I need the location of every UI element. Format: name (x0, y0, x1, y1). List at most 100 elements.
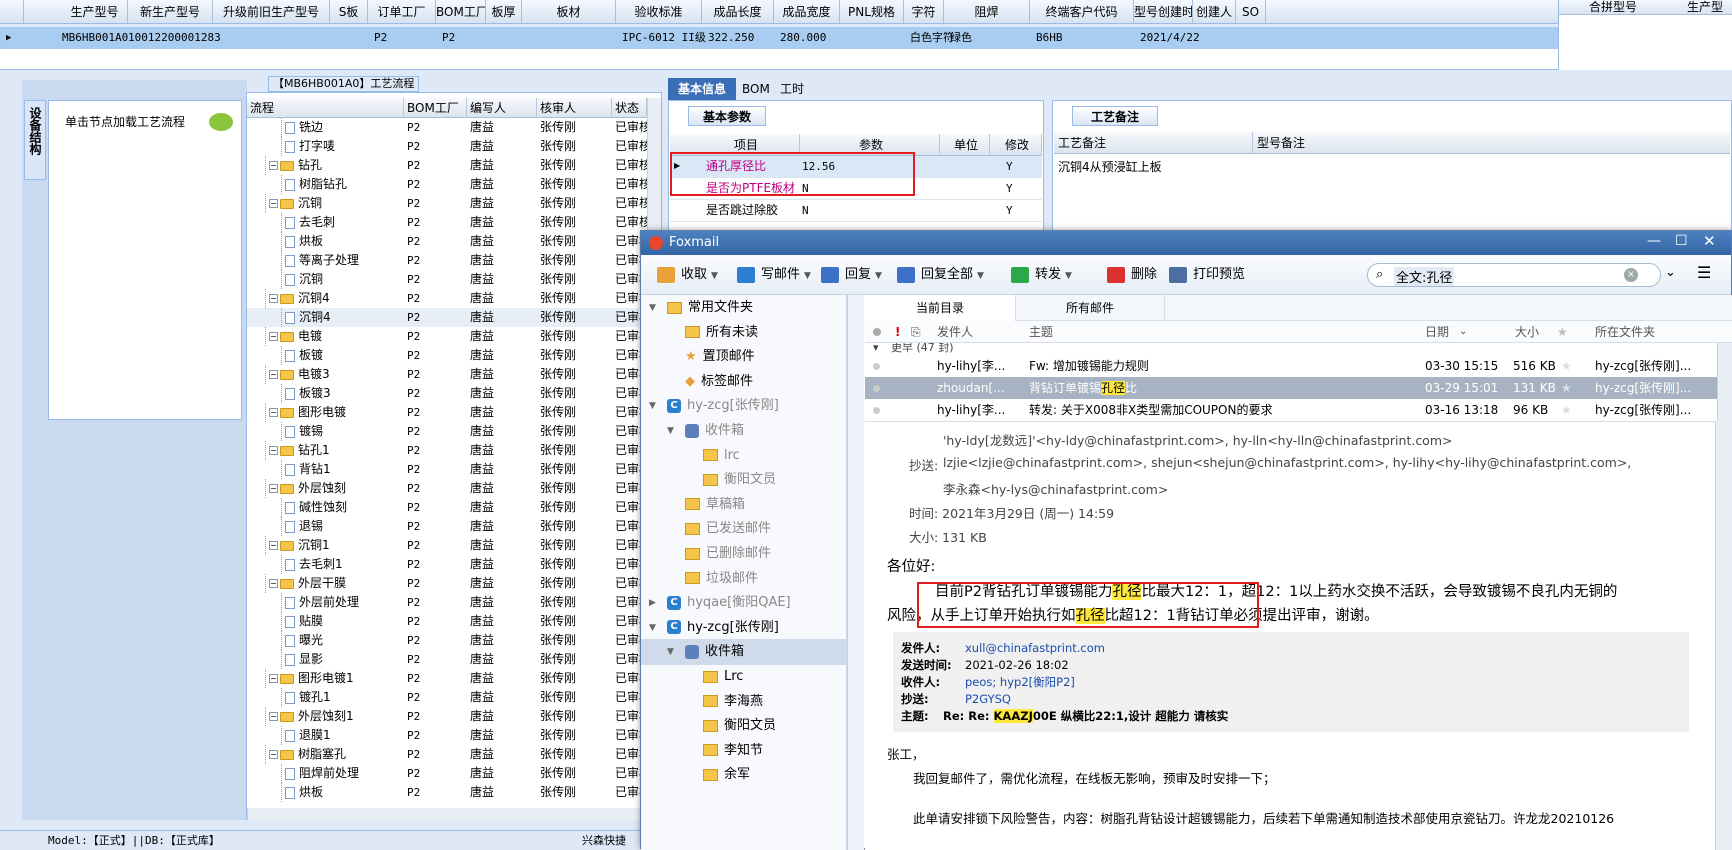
grid-col-header[interactable]: BOM工厂 (436, 0, 486, 24)
expand-toggle-icon[interactable]: − (269, 712, 278, 721)
grid-cell[interactable]: 10012200001283 (128, 27, 221, 49)
maximize-icon[interactable]: ☐ (1675, 233, 1688, 249)
flow-tree-row[interactable]: −树脂塞孔P2唐益张传刚已审核 (247, 745, 647, 764)
flow-tree-row[interactable]: 板镀3P2唐益张传刚已审核 (247, 384, 647, 403)
flow-node[interactable]: − 树脂塞孔 (247, 745, 404, 764)
flow-tree-row[interactable]: 铣边 P2 唐益 张传刚 已审核 (247, 118, 647, 137)
flow-node[interactable]: 显影 (247, 650, 404, 669)
flow-tree-row[interactable]: 镀孔1P2唐益张传刚已审核 (247, 688, 647, 707)
folder-item[interactable]: ▼ 常用文件夹 (641, 295, 847, 321)
basic-tab[interactable]: 工时 (770, 78, 814, 100)
flow-tree-row[interactable]: − 沉铜 P2 唐益 张传刚 已审核 (247, 194, 647, 213)
folder-expand-icon[interactable]: ▼ (667, 639, 674, 665)
folder-item[interactable]: 余军 (641, 762, 847, 788)
flow-tree-row[interactable]: 等离子处理P2唐益张传刚已审核 (247, 251, 647, 270)
grid-col-header[interactable]: 新生产型号 (128, 0, 213, 24)
flow-node[interactable]: 沉铜 (247, 270, 404, 289)
flow-node[interactable]: 铣边 (247, 118, 404, 137)
grid-cell[interactable]: 2021/4/22 (1140, 27, 1200, 49)
flow-node[interactable]: 等离子处理 (247, 251, 404, 270)
grid-col-header[interactable]: 板厚 (486, 0, 522, 24)
flow-node[interactable]: 树脂钻孔 (247, 175, 404, 194)
expand-toggle-icon[interactable]: − (269, 541, 278, 550)
param-col-header[interactable]: 单位 (940, 134, 990, 156)
col-subject[interactable]: 主题 (1029, 321, 1053, 343)
flow-col-header[interactable]: 编写人 (467, 98, 537, 118)
star-toggle-icon[interactable]: ★ (1561, 377, 1572, 399)
flow-node[interactable]: 背钻1 (247, 460, 404, 479)
flow-node[interactable]: − 钻孔 (247, 156, 404, 175)
clear-search-icon[interactable]: × (1624, 268, 1638, 282)
expand-toggle-icon[interactable]: − (269, 674, 278, 683)
flow-node[interactable]: − 电镀3 (247, 365, 404, 384)
dropdown-arrow-icon[interactable]: ▼ (875, 271, 882, 281)
flow-node[interactable]: − 沉铜1 (247, 536, 404, 555)
folder-item[interactable]: ▼ Chy-zcg[张传刚] (641, 393, 847, 419)
folder-item[interactable]: 垃圾邮件 (641, 566, 847, 592)
reading-pane-scroll[interactable] (1715, 421, 1732, 850)
flow-node[interactable]: 去毛刺 (247, 213, 404, 232)
flow-node[interactable]: − 沉铜4 (247, 289, 404, 308)
flow-tree-row[interactable]: 曝光P2唐益张传刚已审核 (247, 631, 647, 650)
search-box[interactable]: ⌕ 全文:孔径 × (1367, 263, 1661, 287)
flow-node[interactable]: 打字唛 (247, 137, 404, 156)
param-col-header[interactable]: 修改 (990, 134, 1042, 156)
flow-node[interactable]: 阻焊前处理 (247, 764, 404, 783)
message-row[interactable]: hy-lihy[李... 转发: 关于X008非X类型需加COUPON的要求 03-… (865, 399, 1717, 421)
flow-node[interactable]: 碱性蚀刻 (247, 498, 404, 517)
expand-toggle-icon[interactable]: − (269, 446, 278, 455)
flow-node[interactable]: − 钻孔1 (247, 441, 404, 460)
dropdown-arrow-icon[interactable]: ▼ (977, 271, 984, 281)
folder-expand-icon[interactable]: ▶ (649, 590, 656, 616)
grid-col-header[interactable]: 终端客户代码 (1030, 0, 1134, 24)
flow-node[interactable]: 去毛刺1 (247, 555, 404, 574)
flow-node[interactable]: − 外层蚀刻1 (247, 707, 404, 726)
flow-tree-row[interactable]: 打字唛 P2 唐益 张传刚 已审核 (247, 137, 647, 156)
flow-node[interactable]: − 图形电镀1 (247, 669, 404, 688)
grid-cell[interactable]: B6HB (1036, 27, 1063, 49)
delete-button[interactable]: 删除 (1107, 265, 1157, 285)
col-from[interactable]: 发件人 (937, 321, 973, 343)
group-header[interactable]: ▾ 更早 (47 封) (865, 343, 1732, 355)
folder-item[interactable]: Lrc (641, 664, 847, 690)
grid-col-header[interactable]: 升级前旧生产型号 (213, 0, 330, 24)
folder-item[interactable]: lrc (641, 443, 847, 469)
print-preview-button[interactable]: 打印预览 (1169, 265, 1245, 285)
flow-tree-row[interactable]: 碱性蚀刻P2唐益张传刚已审核 (247, 498, 647, 517)
folder-pane-splitter[interactable] (847, 295, 864, 850)
search-input[interactable]: 全文:孔径 (1394, 267, 1455, 286)
folder-item[interactable]: 所有未读 (641, 320, 847, 346)
foxmail-titlebar[interactable]: Foxmail — ☐ ✕ (641, 231, 1731, 255)
dropdown-arrow-icon[interactable]: ▼ (1065, 271, 1072, 281)
flow-node[interactable]: 镀孔1 (247, 688, 404, 707)
grid-col-header[interactable]: 字符 (904, 0, 944, 24)
side-tab-device[interactable]: 设备结构 (24, 100, 46, 180)
flow-tree-row[interactable]: 沉铜4P2唐益张传刚已审核 (247, 308, 647, 327)
tab-basic-params[interactable]: 基本参数 (688, 106, 767, 126)
folder-item[interactable]: 已发送邮件 (641, 516, 847, 542)
grid-cell[interactable]: 绿色 (950, 27, 972, 49)
dropdown-arrow-icon[interactable]: ▼ (711, 271, 718, 281)
grid-col-header[interactable]: 生产型号 (62, 0, 128, 24)
expand-toggle-icon[interactable]: − (269, 199, 278, 208)
grid-cell[interactable]: P2 (442, 27, 455, 49)
flow-tree-row[interactable]: 去毛刺 P2 唐益 张传刚 已审核 (247, 213, 647, 232)
menu-icon[interactable]: ☰ (1697, 263, 1711, 282)
flow-tree-row[interactable]: −沉铜1P2唐益张传刚已审核 (247, 536, 647, 555)
grid-cell[interactable]: MB6HB001A0 (62, 27, 128, 49)
flow-node[interactable]: − 外层蚀刻 (247, 479, 404, 498)
compose-button[interactable]: 写邮件 ▼ (737, 265, 811, 285)
flow-tree-row[interactable]: 烘板P2唐益张传刚已审核 (247, 232, 647, 251)
grid-col-header[interactable]: 创建人 (1193, 0, 1236, 24)
flow-tree-row[interactable]: −沉铜4P2唐益张传刚已审核 (247, 289, 647, 308)
flow-tree-row[interactable]: 烘板P2唐益张传刚已审核 (247, 783, 647, 802)
grid-col-header[interactable]: SO (1236, 0, 1266, 24)
grid-col-header[interactable]: PNL规格 (840, 0, 904, 24)
forward-button[interactable]: 转发 ▼ (1011, 265, 1072, 285)
flow-node[interactable]: 外层前处理 (247, 593, 404, 612)
grid-cell[interactable]: 白色字符 (910, 27, 954, 49)
minimize-icon[interactable]: — (1647, 233, 1661, 249)
search-options-icon[interactable]: ⌄ (1665, 265, 1676, 280)
flow-node[interactable]: 镀锡 (247, 422, 404, 441)
flow-tree-row[interactable]: −电镀3P2唐益张传刚已审核 (247, 365, 647, 384)
